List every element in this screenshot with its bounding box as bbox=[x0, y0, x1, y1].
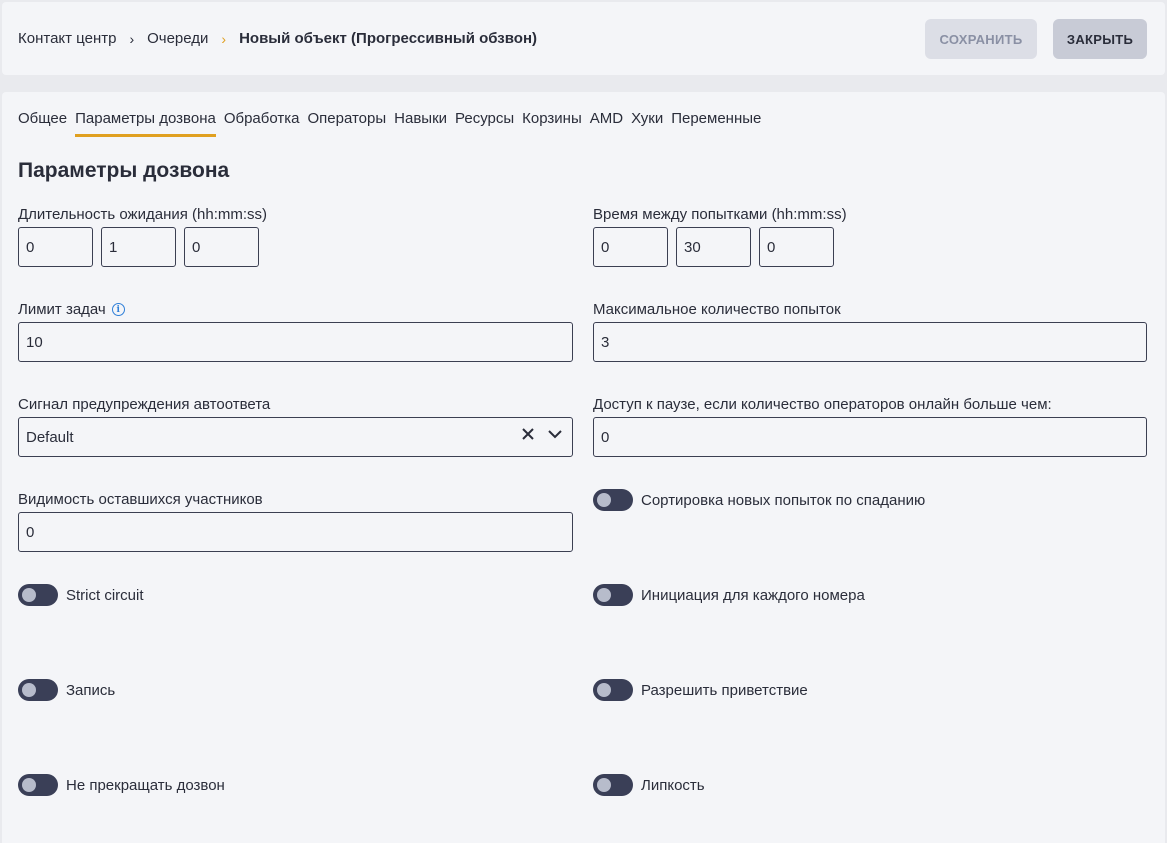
sort-desc-row: Сортировка новых попыток по спаданию bbox=[593, 489, 925, 511]
toggle-knob bbox=[597, 493, 611, 507]
wait-duration-label: Длительность ожидания (hh:mm:ss) bbox=[18, 206, 268, 223]
tab-operators[interactable]: Операторы bbox=[307, 110, 386, 137]
no-stop-label: Не прекращать дозвон bbox=[66, 776, 225, 794]
chevron-right-icon: › bbox=[221, 30, 227, 47]
tab-amd[interactable]: AMD bbox=[590, 110, 623, 137]
max-attempts-input[interactable]: 3 bbox=[593, 322, 1147, 362]
tab-skills[interactable]: Навыки bbox=[394, 110, 447, 137]
sort-desc-label: Сортировка новых попыток по спаданию bbox=[641, 491, 926, 509]
section-title: Параметры дозвона bbox=[18, 159, 230, 182]
breadcrumb-contact-center[interactable]: Контакт центр bbox=[18, 30, 116, 47]
pause-access-input[interactable]: 0 bbox=[593, 417, 1147, 457]
record-row: Запись bbox=[18, 679, 115, 701]
wait-seconds-input[interactable]: 0 bbox=[184, 227, 259, 267]
toggle-knob bbox=[597, 778, 611, 792]
allow-greeting-toggle[interactable] bbox=[593, 679, 633, 701]
answer-signal-label: Сигнал предупреждения автоответа bbox=[18, 396, 271, 413]
tab-processing[interactable]: Обработка bbox=[224, 110, 300, 137]
pause-access-label: Доступ к паузе, если количество оператор… bbox=[593, 396, 1052, 413]
retry-hours-input[interactable]: 0 bbox=[593, 227, 668, 267]
wait-hours-input[interactable]: 0 bbox=[18, 227, 93, 267]
task-limit-input[interactable]: 10 bbox=[18, 322, 573, 362]
breadcrumb-queues[interactable]: Очереди bbox=[147, 30, 208, 47]
retry-seconds-input[interactable]: 0 bbox=[759, 227, 834, 267]
sticky-row: Липкость bbox=[593, 774, 705, 796]
remaining-visibility-label: Видимость оставшихся участников bbox=[18, 491, 263, 508]
retry-minutes-input[interactable]: 30 bbox=[676, 227, 751, 267]
init-each-row: Инициация для каждого номера bbox=[593, 584, 865, 606]
tab-dial-params[interactable]: Параметры дозвона bbox=[75, 110, 216, 137]
strict-circuit-toggle[interactable] bbox=[18, 584, 58, 606]
toggle-knob bbox=[22, 588, 36, 602]
tab-general[interactable]: Общее bbox=[18, 110, 67, 137]
tab-variables[interactable]: Переменные bbox=[671, 110, 761, 137]
strict-circuit-row: Strict circuit bbox=[18, 584, 144, 606]
max-attempts-label: Максимальное количество попыток bbox=[593, 301, 841, 318]
info-icon[interactable]: i bbox=[111, 303, 125, 316]
chevron-down-icon[interactable] bbox=[548, 429, 562, 439]
tab-hooks[interactable]: Хуки bbox=[631, 110, 663, 137]
chevron-right-icon: › bbox=[129, 30, 135, 47]
breadcrumb: Контакт центр › Очереди › Новый объект (… bbox=[18, 30, 537, 47]
task-limit-label-text: Лимит задач bbox=[18, 301, 106, 318]
wait-minutes-input[interactable]: 1 bbox=[101, 227, 176, 267]
close-button[interactable]: ЗАКРЫТЬ bbox=[1053, 19, 1147, 59]
page-header: Контакт центр › Очереди › Новый объект (… bbox=[2, 2, 1165, 75]
sort-desc-toggle[interactable] bbox=[593, 489, 633, 511]
retry-interval-label: Время между попытками (hh:mm:ss) bbox=[593, 206, 847, 223]
toggle-knob bbox=[597, 683, 611, 697]
main-panel: Общее Параметры дозвона Обработка Операт… bbox=[2, 92, 1165, 843]
sticky-label: Липкость bbox=[641, 776, 705, 794]
toggle-knob bbox=[22, 778, 36, 792]
answer-signal-value: Default bbox=[26, 428, 74, 446]
record-toggle[interactable] bbox=[18, 679, 58, 701]
toggle-knob bbox=[22, 683, 36, 697]
init-each-toggle[interactable] bbox=[593, 584, 633, 606]
toggle-knob bbox=[597, 588, 611, 602]
sticky-toggle[interactable] bbox=[593, 774, 633, 796]
remaining-visibility-input[interactable]: 0 bbox=[18, 512, 573, 552]
clear-icon[interactable] bbox=[522, 428, 534, 440]
tab-baskets[interactable]: Корзины bbox=[522, 110, 582, 137]
record-label: Запись bbox=[66, 681, 116, 699]
allow-greeting-label: Разрешить приветствие bbox=[641, 681, 808, 699]
strict-circuit-label: Strict circuit bbox=[66, 586, 144, 604]
answer-signal-select[interactable]: Default bbox=[18, 417, 573, 457]
breadcrumb-current: Новый объект (Прогрессивный обзвон) bbox=[239, 30, 538, 47]
task-limit-label: Лимит задач i bbox=[18, 301, 125, 318]
tab-bar: Общее Параметры дозвона Обработка Операт… bbox=[18, 110, 769, 137]
no-stop-row: Не прекращать дозвон bbox=[18, 774, 225, 796]
save-button[interactable]: СОХРАНИТЬ bbox=[925, 19, 1037, 59]
no-stop-toggle[interactable] bbox=[18, 774, 58, 796]
tab-resources[interactable]: Ресурсы bbox=[455, 110, 514, 137]
allow-greeting-row: Разрешить приветствие bbox=[593, 679, 808, 701]
init-each-label: Инициация для каждого номера bbox=[641, 586, 865, 604]
